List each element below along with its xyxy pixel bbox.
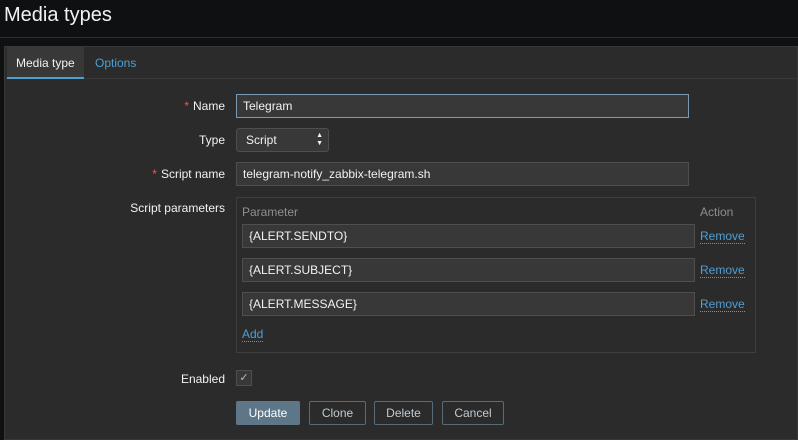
add-parameter-link[interactable]: Add (242, 328, 264, 342)
title-divider (0, 37, 798, 38)
required-marker: * (152, 167, 157, 181)
tab-options[interactable]: Options (86, 47, 145, 79)
enabled-label: Enabled (180, 372, 225, 386)
type-label: Type (198, 133, 225, 147)
action-column-header: Action (700, 205, 734, 219)
parameter-input-3[interactable] (242, 292, 695, 316)
name-label-text: Name (192, 99, 225, 113)
tab-bar: Media type Options (5, 47, 797, 79)
parameter-input-2[interactable] (242, 258, 695, 282)
update-button[interactable]: Update (236, 401, 300, 425)
tab-media-type[interactable]: Media type (7, 47, 84, 79)
type-select[interactable]: Script ▲ ▼ (236, 128, 329, 152)
enabled-checkbox[interactable]: ✓ (236, 370, 252, 386)
parameter-column-header: Parameter (242, 205, 299, 219)
script-parameters-label: Script parameters (130, 201, 225, 215)
media-type-form-panel: Media type Options *Name Type Script ▲▼ … (4, 46, 798, 440)
name-input[interactable] (236, 94, 689, 118)
remove-parameter-1-link[interactable]: Remove (700, 230, 745, 244)
required-marker: * (184, 99, 189, 113)
remove-parameter-2-link[interactable]: Remove (700, 264, 745, 278)
name-label: * Name (5, 99, 225, 113)
cancel-button[interactable]: Cancel (442, 401, 504, 425)
check-icon: ✓ (239, 372, 249, 384)
page-title: Media types (4, 4, 112, 26)
remove-parameter-3-link[interactable]: Remove (700, 298, 745, 312)
type-select-value: Script (246, 133, 277, 147)
parameter-input-1[interactable] (242, 224, 695, 248)
delete-button[interactable]: Delete (374, 401, 433, 425)
script-name-input[interactable] (236, 162, 689, 186)
select-arrows-icon: ▲ ▼ (316, 132, 323, 147)
script-parameters-table: Parameter Action Remove Remove Remove Ad… (236, 197, 756, 353)
clone-button[interactable]: Clone (309, 401, 366, 425)
script-name-label-text: Script name (160, 167, 225, 181)
script-name-label: * Script name (5, 167, 225, 181)
